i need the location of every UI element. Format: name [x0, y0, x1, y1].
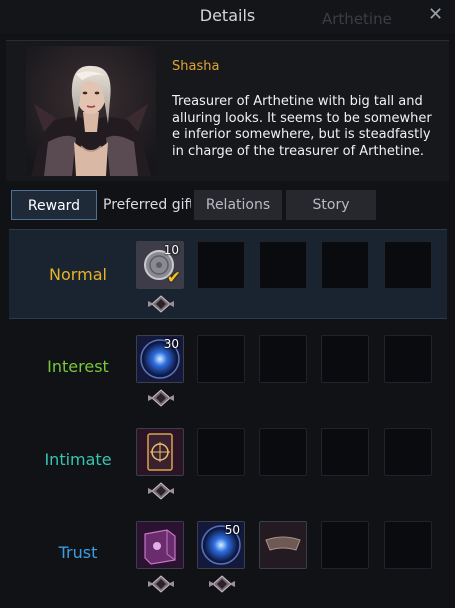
reward-slot-intimate-1[interactable] — [136, 428, 184, 476]
tier-label-intimate: Intimate — [44, 450, 112, 469]
reward-slot-empty — [259, 241, 307, 289]
window-title: Details — [199, 6, 256, 25]
title-bar: Arthetine Details ✕ — [0, 0, 455, 33]
npc-description: Treasurer of Arthetine with big tall and… — [172, 94, 432, 159]
reward-count: 30 — [163, 337, 179, 351]
tab-relations[interactable]: Relations — [194, 190, 282, 220]
claimed-check-icon: ✔ — [166, 268, 181, 288]
reward-slot-empty — [197, 335, 245, 383]
reward-slot-trust-3[interactable] — [259, 521, 307, 569]
reward-slot-empty — [321, 428, 369, 476]
reward-slot-empty — [321, 335, 369, 383]
reward-slot-empty — [384, 521, 432, 569]
bond-emblem-icon — [148, 295, 174, 313]
npc-name: Shasha — [172, 59, 220, 74]
reward-slot-interest-1[interactable]: 30 — [136, 335, 184, 383]
reward-slot-empty — [384, 428, 432, 476]
bond-emblem-icon — [148, 482, 174, 500]
tier-row-interest: Interest 30 — [9, 322, 447, 412]
npc-profile: Shasha Treasurer of Arthetine with big t… — [6, 40, 449, 181]
reward-count: 10 — [163, 243, 179, 257]
bond-emblem-icon — [209, 575, 235, 593]
reward-slot-empty — [197, 428, 245, 476]
reward-slot-empty — [321, 521, 369, 569]
reward-count: 50 — [224, 523, 240, 537]
headband-icon — [260, 522, 306, 568]
tier-row-intimate: Intimate — [9, 415, 447, 505]
reward-slot-empty — [384, 335, 432, 383]
bond-emblem-icon — [148, 575, 174, 593]
tier-row-normal: Normal 10 ✔ — [9, 229, 447, 319]
reward-slot-empty — [384, 241, 432, 289]
tab-story[interactable]: Story — [286, 190, 376, 220]
reward-slot-empty — [321, 241, 369, 289]
tier-label-trust: Trust — [58, 543, 98, 562]
tarot-card-icon — [137, 429, 183, 475]
reward-slot-empty — [197, 241, 245, 289]
reward-slot-normal-1[interactable]: 10 ✔ — [136, 241, 184, 289]
tab-reward[interactable]: Reward — [11, 190, 97, 220]
reward-slot-trust-2[interactable]: 50 — [197, 521, 245, 569]
tab-preferred-gift[interactable]: Preferred gift — [103, 190, 191, 220]
close-icon[interactable]: ✕ — [428, 4, 443, 25]
reward-slot-empty — [259, 428, 307, 476]
tier-label-interest: Interest — [47, 357, 109, 376]
bond-emblem-icon — [148, 389, 174, 407]
tier-label-normal: Normal — [49, 265, 107, 284]
npc-portrait — [26, 46, 156, 176]
reward-slot-empty — [259, 335, 307, 383]
purple-book-icon — [137, 522, 183, 568]
details-window: Arthetine Details ✕ Shasha Treasurer of … — [0, 0, 455, 608]
tier-row-trust: Trust 50 — [9, 508, 447, 598]
reward-slot-trust-1[interactable] — [136, 521, 184, 569]
